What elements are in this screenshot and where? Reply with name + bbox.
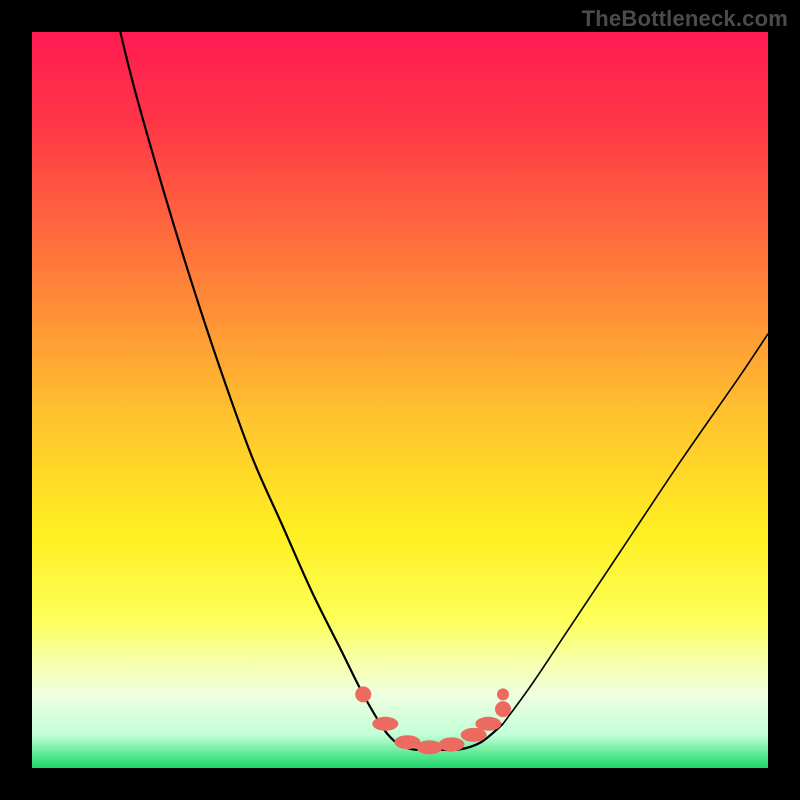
valley-marker [475, 717, 501, 731]
valley-marker [439, 737, 465, 751]
plot-area [32, 32, 768, 768]
watermark-text: TheBottleneck.com [582, 6, 788, 32]
plot-svg [32, 32, 768, 768]
valley-marker [495, 701, 511, 717]
outer-frame: TheBottleneck.com [0, 0, 800, 800]
gradient-background [32, 32, 768, 768]
valley-marker [372, 717, 398, 731]
valley-marker [355, 686, 371, 702]
valley-marker [497, 688, 509, 700]
valley-marker [416, 740, 442, 754]
